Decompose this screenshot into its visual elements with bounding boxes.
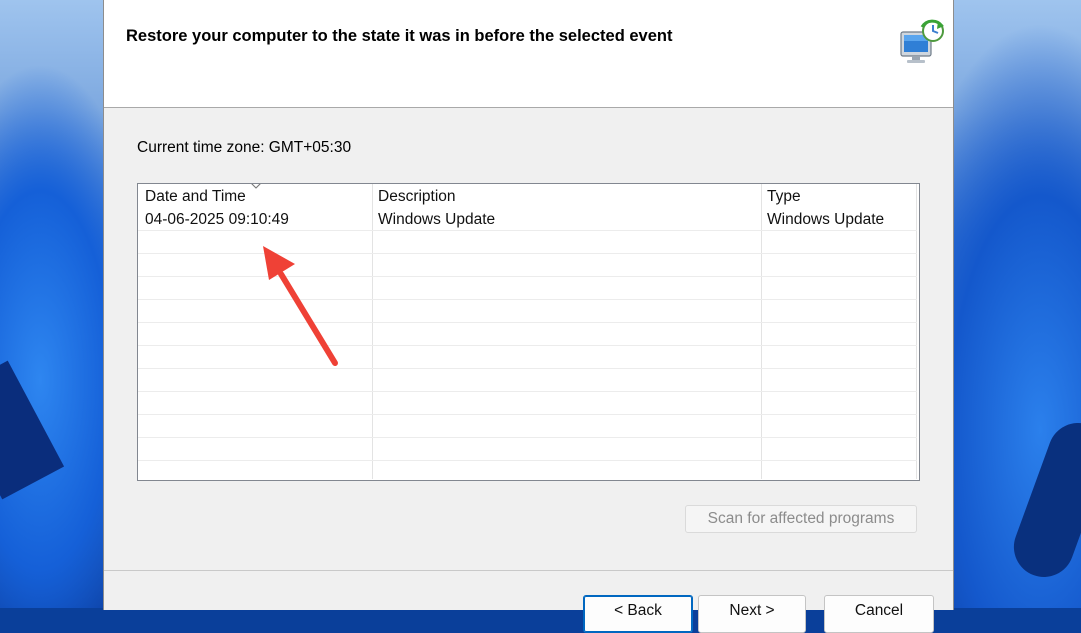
page-title: Restore your computer to the state it wa…: [126, 27, 673, 45]
empty-row: [138, 392, 917, 415]
timezone-label: Current time zone: GMT+05:30: [137, 139, 352, 156]
empty-row: [138, 438, 917, 461]
column-header-date-time[interactable]: Date and Time: [145, 188, 246, 206]
cancel-button[interactable]: Cancel: [824, 595, 934, 633]
cell-date-time: 04-06-2025 09:10:49: [145, 211, 289, 228]
column-header-description[interactable]: Description: [378, 188, 456, 206]
dialog-header: Restore your computer to the state it wa…: [104, 0, 953, 108]
column-header-type[interactable]: Type: [767, 188, 801, 206]
empty-row: [138, 415, 917, 438]
footer-divider: [104, 570, 953, 571]
wallpaper-shape-right: [1005, 414, 1081, 586]
table-row[interactable]: 04-06-2025 09:10:49 Windows Update Windo…: [138, 208, 917, 231]
system-restore-dialog: Restore your computer to the state it wa…: [103, 0, 954, 633]
system-restore-icon: [900, 19, 944, 63]
cell-type: Windows Update: [767, 211, 885, 228]
wallpaper-shape-left: [0, 360, 65, 500]
cell-description: Windows Update: [378, 211, 496, 228]
back-button[interactable]: < Back: [583, 595, 693, 633]
list-header: Date and Time Description Type: [138, 184, 917, 208]
next-button[interactable]: Next >: [698, 595, 806, 633]
sort-descending-icon: [251, 184, 261, 189]
scan-affected-programs-button[interactable]: Scan for affected programs: [685, 505, 917, 533]
empty-row: [138, 369, 917, 392]
annotation-arrow-icon: [263, 246, 338, 366]
